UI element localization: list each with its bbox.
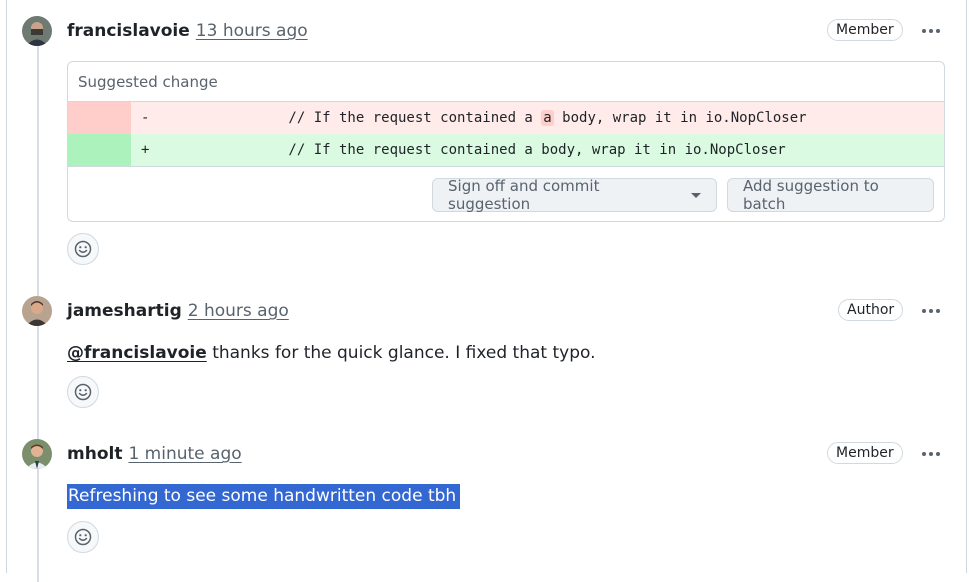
smiley-icon: [74, 528, 92, 546]
avatar[interactable]: [22, 296, 52, 326]
triangle-down-icon[interactable]: [691, 192, 701, 198]
comment-header: francislavoie 13 hours ago: [67, 16, 308, 46]
diff-line-added: + // If the request contained a body, wr…: [68, 134, 944, 166]
suggested-change-title: Suggested change: [68, 62, 944, 102]
add-to-batch-button[interactable]: Add suggestion to batch: [727, 177, 934, 213]
comment-timestamp[interactable]: 13 hours ago: [196, 21, 308, 41]
avatar[interactable]: [22, 439, 52, 469]
kebab-horizontal-icon[interactable]: [918, 20, 944, 42]
avatar[interactable]: [22, 16, 52, 46]
diff-marker: +: [141, 142, 150, 158]
add-reaction-button[interactable]: [67, 521, 99, 553]
smiley-icon: [74, 240, 92, 258]
comment-timestamp[interactable]: 2 hours ago: [188, 301, 289, 321]
comment-header: jameshartig 2 hours ago: [67, 296, 289, 326]
comment-body: @francislavoie thanks for the quick glan…: [67, 343, 596, 363]
add-reaction-button[interactable]: [67, 376, 99, 408]
role-badge: Member: [827, 19, 903, 41]
comment-body: Refreshing to see some handwritten code …: [67, 484, 461, 509]
suggestion-actions: Sign off and commit suggestion Add sugge…: [68, 166, 944, 221]
kebab-horizontal-icon[interactable]: [918, 300, 944, 322]
diff-code: + // If the request contained a body, wr…: [131, 134, 944, 166]
comment-header: mholt 1 minute ago: [67, 439, 242, 469]
diff-text: body, wrap it in io.NopCloser: [553, 110, 807, 126]
user-mention[interactable]: @francislavoie: [67, 343, 207, 363]
author-name[interactable]: jameshartig: [67, 301, 182, 321]
diff-line-removed: - // If the request contained a a body, …: [68, 102, 944, 134]
kebab-horizontal-icon[interactable]: [918, 443, 944, 465]
add-reaction-button[interactable]: [67, 233, 99, 265]
smiley-icon: [74, 383, 92, 401]
diff-text: // If the request contained a body, wrap…: [221, 142, 786, 158]
commit-suggestion-label: Sign off and commit suggestion: [448, 177, 600, 213]
author-name[interactable]: mholt: [67, 444, 122, 464]
suggested-change-box: Suggested change - // If the request con…: [67, 61, 945, 222]
diff-gutter: [68, 134, 131, 166]
diff-marker: -: [141, 110, 150, 126]
role-badge: Author: [838, 299, 904, 321]
role-badge: Member: [827, 442, 903, 464]
selected-text: Refreshing to see some handwritten code …: [67, 484, 461, 509]
diff-text: // If the request contained a: [221, 110, 542, 126]
diff-gutter: [68, 102, 131, 134]
commit-suggestion-button[interactable]: Sign off and commit suggestion: [432, 177, 717, 213]
diff-code: - // If the request contained a a body, …: [131, 102, 944, 134]
diff-removed-word: a: [541, 110, 554, 126]
comment-text: thanks for the quick glance. I fixed tha…: [206, 343, 596, 363]
author-name[interactable]: francislavoie: [67, 21, 190, 41]
comment-timestamp[interactable]: 1 minute ago: [128, 444, 241, 464]
